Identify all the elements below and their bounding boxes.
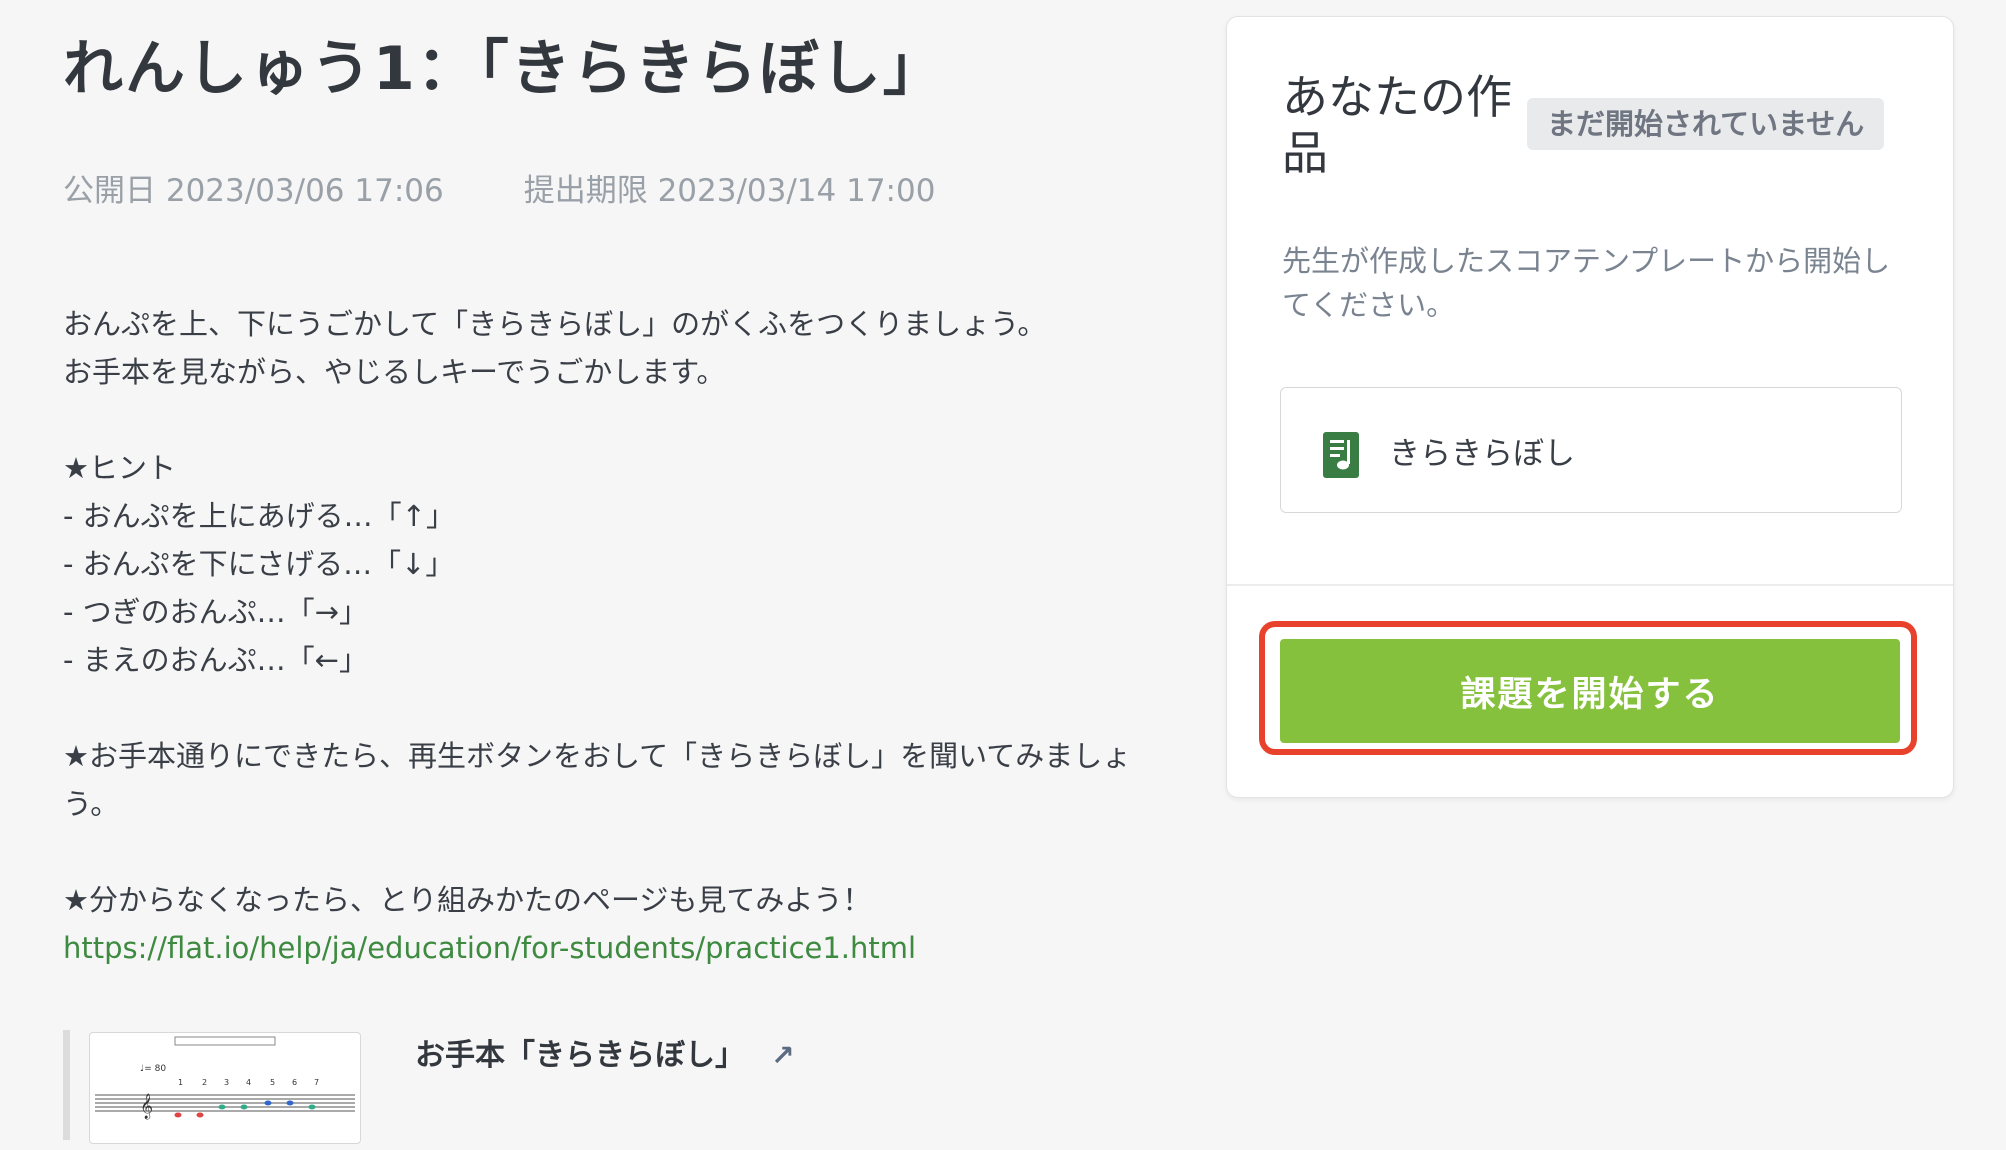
assignment-description: おんぷを上、下にうごかして「きらきらぼし」のがくふをつくりましょう。 お手本を見… — [63, 300, 1143, 972]
music-score-icon — [1323, 432, 1359, 478]
svg-text:4: 4 — [246, 1078, 251, 1087]
page-title: れんしゅう1：「きらきらぼし」 — [63, 34, 945, 104]
attachment-bar — [63, 1030, 70, 1140]
your-work-panel: あなたの作品 まだ開始されていません 先生が作成したスコアテンプレートから開始し… — [1226, 16, 1954, 798]
status-badge: まだ開始されていません — [1527, 98, 1885, 150]
description-line: お手本を見ながら、やじるしキーでうごかします。 — [63, 355, 726, 389]
hint-title: ★ヒント — [63, 451, 176, 485]
panel-instructions: 先生が作成したスコアテンプレートから開始してください。 — [1282, 244, 1891, 322]
score-preview-icon: ♩= 80 𝄞 1 2 3 4 5 6 7 — [95, 1036, 355, 1119]
deadline-date: 提出期限 2023/03/14 17:00 — [523, 173, 936, 209]
description-line: おんぷを上、下にうごかして「きらきらぼし」のがくふをつくりましょう。 — [63, 307, 1047, 341]
help-note: ★分からなくなったら、とり組みかたのページも見てみよう！ — [63, 883, 872, 917]
hint-item: - つぎのおんぷ…「→」 — [63, 595, 368, 629]
play-note: ★お手本通りにできたら、再生ボタンをおして「きらきらぼし」を聞いてみましょう。 — [63, 739, 1132, 821]
score-template-card[interactable]: きらきらぼし — [1280, 387, 1902, 513]
svg-text:𝄞: 𝄞 — [140, 1093, 153, 1119]
svg-text:3: 3 — [224, 1078, 229, 1087]
reference-attachment[interactable]: ♩= 80 𝄞 1 2 3 4 5 6 7 お手本「きらきらぼし」 ↗ — [63, 1030, 1143, 1150]
reference-title: お手本「きらきらぼし」 — [415, 1038, 745, 1073]
start-assignment-button[interactable]: 課題を開始する — [1280, 639, 1900, 743]
panel-divider — [1227, 584, 1953, 586]
help-link[interactable]: https://flat.io/help/ja/education/for-st… — [63, 931, 916, 965]
svg-text:5: 5 — [270, 1078, 275, 1087]
tempo-mark: ♩= 80 — [140, 1064, 166, 1074]
svg-text:7: 7 — [314, 1078, 319, 1087]
hint-item: - おんぷを下にさげる…「↓」 — [63, 547, 455, 581]
svg-text:6: 6 — [292, 1078, 297, 1087]
external-link-icon[interactable]: ↗ — [771, 1039, 794, 1072]
published-date: 公開日 2023/03/06 17:06 — [63, 173, 444, 209]
hint-item: - おんぷを上にあげる…「↑」 — [63, 499, 455, 533]
svg-text:1: 1 — [178, 1078, 183, 1087]
panel-heading: あなたの作品 — [1282, 70, 1512, 180]
template-name: きらきらぼし — [1389, 436, 1575, 472]
hint-item: - まえのおんぷ…「←」 — [63, 643, 368, 677]
svg-text:2: 2 — [202, 1078, 207, 1087]
score-thumbnail[interactable]: ♩= 80 𝄞 1 2 3 4 5 6 7 — [89, 1032, 361, 1144]
assignment-meta: 公開日 2023/03/06 17:06 提出期限 2023/03/14 17:0… — [63, 165, 935, 210]
reference-link[interactable]: お手本「きらきらぼし」 ↗ — [415, 1030, 794, 1074]
